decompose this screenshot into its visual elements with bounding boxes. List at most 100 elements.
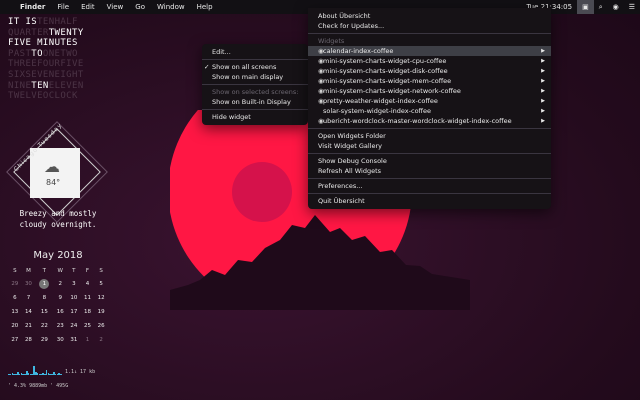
menu-go[interactable]: Go (129, 0, 151, 14)
calendar-day: 21 (24, 323, 32, 329)
ubersicht-menu-item-label: Open Widgets Folder (318, 132, 386, 140)
system-stats-line: ' 4.3% 9889mb ' 495G (8, 383, 69, 389)
word-clock-word: THREEFOURFIVE (8, 59, 84, 70)
menu-separator (308, 193, 551, 194)
ubersicht-menu-item[interactable]: ◉calendar-index-coffee ▶ (308, 46, 551, 56)
ubersicht-menu-item-label: Preferences... (318, 182, 363, 190)
notification-center-icon[interactable]: ☰ (624, 0, 640, 14)
context-menu-item[interactable]: Edit... (202, 47, 308, 57)
word-clock-word: ELEVEN (48, 80, 84, 91)
calendar-day: 1 (85, 337, 90, 343)
ubersicht-menu-item[interactable]: About Übersicht (308, 11, 551, 21)
ubersicht-menu-item[interactable]: ◉mini-system-charts-widget-mem-coffee ▶ (308, 76, 551, 86)
menu-edit[interactable]: Edit (75, 0, 101, 14)
submenu-arrow-icon: ▶ (541, 118, 545, 124)
calendar-day: 12 (97, 295, 105, 301)
ubersicht-menu-item-label: Widgets (318, 37, 345, 45)
calendar-weekday: S (13, 268, 17, 274)
ubersicht-menu-icon[interactable]: ▣ (577, 0, 594, 14)
small-sun (232, 162, 292, 222)
ubersicht-menu-item-label: Show Debug Console (318, 157, 387, 165)
calendar-day: 3 (72, 281, 76, 287)
word-clock-word: FIVE (8, 38, 32, 49)
calendar-weekday: T (72, 268, 76, 274)
menu-separator (308, 153, 551, 154)
weather-summary-line1: Breezy and mostly (19, 209, 97, 218)
word-clock-row: TWELVEOCLOCK (8, 91, 84, 102)
calendar-weekday: T (42, 268, 47, 274)
ubersicht-menu-item-label: pretty-weather-widget-index-coffee (323, 97, 438, 105)
context-menu-item-label: Show on selected screens: (212, 88, 299, 96)
calendar-day: 14 (24, 309, 32, 315)
ubersicht-menu-item-label: ubericht-wordclock-master-wordclock-widg… (323, 117, 512, 125)
context-menu-item[interactable]: ✓ Show on all screens (202, 62, 308, 72)
calendar-day: 9 (58, 295, 62, 301)
calendar-day: 18 (83, 309, 91, 315)
menu-app-finder[interactable]: Finder (14, 0, 51, 14)
ubersicht-menu-item[interactable]: ◉pretty-weather-widget-index-coffee ▶ (308, 96, 551, 106)
calendar-day: 6 (13, 295, 17, 301)
ubersicht-menu-item[interactable]: Refresh All Widgets (308, 166, 551, 176)
context-menu-item-label: Show on Built-in Display (212, 98, 291, 106)
widget-context-menu: Edit... ✓ Show on all screens Show on main … (202, 44, 308, 125)
ubersicht-menu-item[interactable]: Check for Updates... (308, 21, 551, 31)
calendar-day: 28 (24, 337, 32, 343)
calendar-day: 30 (24, 281, 32, 287)
ubersicht-menu-item[interactable]: Preferences... (308, 181, 551, 191)
ubersicht-menu-item-label: Check for Updates... (318, 22, 385, 30)
word-clock-word: MINUTES (37, 38, 78, 49)
ubersicht-menu-item[interactable]: Open Widgets Folder (308, 131, 551, 141)
user-avatar-icon[interactable]: ◉ (608, 0, 624, 14)
word-clock-word: TO (31, 48, 43, 59)
submenu-arrow-icon: ▶ (541, 48, 545, 54)
calendar-day: 7 (26, 295, 31, 301)
menu-separator (308, 178, 551, 179)
weather-summary: Breezy and mostly cloudy overnight. (4, 208, 112, 230)
ubersicht-menu-item[interactable]: Quit Übersicht (308, 196, 551, 206)
menu-file[interactable]: File (51, 0, 75, 14)
calendar-day: 2 (99, 337, 103, 343)
submenu-arrow-icon: ▶ (541, 68, 545, 74)
calendar-day: 31 (70, 337, 78, 343)
calendar-week: 29 30 1 2 3 4 5 (8, 277, 108, 291)
menu-help[interactable]: Help (191, 0, 219, 14)
menu-view[interactable]: View (101, 0, 130, 14)
menu-separator (308, 33, 551, 34)
word-clock-word: TWENTY (48, 27, 84, 38)
ubersicht-menu-item[interactable]: Visit Widget Gallery (308, 141, 551, 151)
ubersicht-menu-item[interactable]: ◉ubericht-wordclock-master-wordclock-wid… (308, 116, 551, 126)
calendar-day: 30 (56, 337, 64, 343)
ubersicht-menu-item-label: mini-system-charts-widget-mem-coffee (323, 77, 452, 85)
ubersicht-menu-item[interactable]: ◉mini-system-charts-widget-disk-coffee ▶ (308, 66, 551, 76)
ubersicht-menu-item[interactable]: ◉mini-system-charts-widget-cpu-coffee ▶ (308, 56, 551, 66)
word-clock-row: IT ISTENHALF (8, 17, 84, 28)
calendar-day: 4 (85, 281, 90, 287)
context-menu-item-label: Show on all screens (212, 63, 277, 71)
calendar-day: 24 (70, 323, 78, 329)
ubersicht-menu-item-label: solar-system-widget-index-coffee (323, 107, 432, 115)
context-menu-item[interactable]: Show on Built-in Display (202, 97, 308, 107)
word-clock-row: SIXSEVENEIGHT (8, 70, 84, 81)
menu-window[interactable]: Window (151, 0, 191, 14)
calendar-week: 13 14 15 16 17 18 19 (8, 305, 108, 319)
ubersicht-menu-item-label: About Übersicht (318, 12, 371, 20)
ubersicht-menu-item[interactable]: Show Debug Console (308, 156, 551, 166)
calendar-today: 1 (35, 277, 53, 291)
menu-separator (202, 109, 308, 110)
ubersicht-menu-item-label: mini-system-charts-widget-cpu-coffee (323, 57, 447, 65)
ubersicht-menu-item[interactable]: solar-system-widget-index-coffee ▶ (308, 106, 551, 116)
word-clock-word: IS (25, 17, 38, 27)
calendar-day: 15 (40, 309, 48, 315)
context-menu-item[interactable]: Show on main display (202, 72, 308, 82)
ubersicht-menu-item: Widgets (308, 36, 551, 46)
menu-separator (308, 128, 551, 129)
search-icon[interactable]: ⌕ (594, 0, 608, 14)
context-menu-item[interactable]: Hide widget (202, 112, 308, 122)
submenu-arrow-icon: ▶ (541, 58, 545, 64)
ubersicht-menu-item[interactable]: ◉mini-system-charts-widget-network-coffe… (308, 86, 551, 96)
ubersicht-menu-item-label: mini-system-charts-widget-network-coffee (323, 87, 461, 95)
weather-summary-line2: cloudy overnight. (19, 220, 97, 229)
ubersicht-menu-item-label: Quit Übersicht (318, 197, 365, 205)
calendar-day: 8 (42, 295, 47, 301)
ubersicht-menu-item-label: calendar-index-coffee (323, 47, 394, 55)
